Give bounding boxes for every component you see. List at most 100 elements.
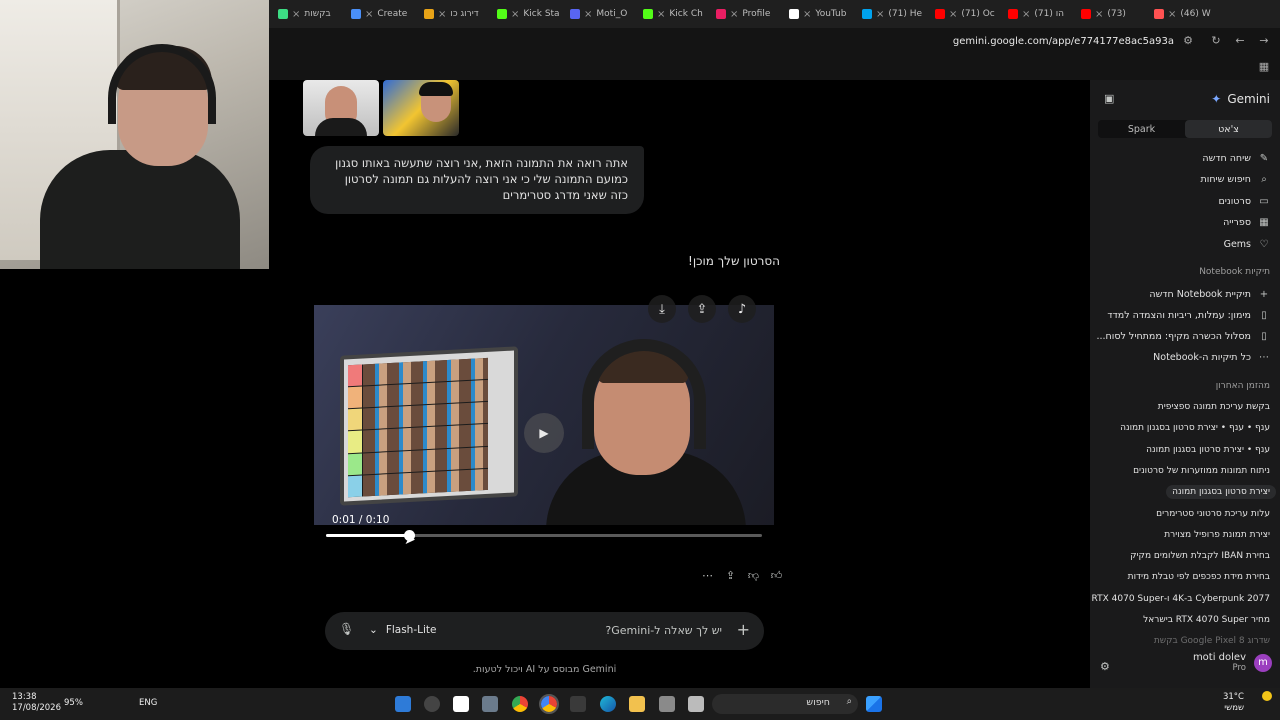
tab-close-icon[interactable]: ×	[730, 9, 738, 20]
video-seek-bar[interactable]	[326, 530, 762, 541]
thumbs-down-icon[interactable]: 👎︎	[746, 566, 761, 584]
tab-favicon-icon	[424, 9, 434, 19]
taskbar-search[interactable]: חיפוש ⌕	[712, 694, 858, 714]
sidebar-nav-item[interactable]: ♡ Gems	[1224, 236, 1270, 252]
sidebar-nav-item[interactable]: ⌕ חיפוש שיחות	[1201, 172, 1271, 188]
sidebar-nav-item-icon: ▭	[1259, 195, 1269, 207]
browser-tab[interactable]: × בקשות	[278, 6, 346, 22]
recent-chat-item[interactable]: Cyberpunk 2077 ב-4K ו-RTX 4070 Super	[1092, 594, 1270, 604]
sidebar-nav-item[interactable]: ✎ שיחה חדשה	[1202, 150, 1270, 166]
browser-tab[interactable]: × (46) W	[1154, 6, 1222, 22]
site-settings-icon[interactable]: ⚙	[1180, 34, 1196, 47]
notification-icon[interactable]	[1262, 691, 1272, 701]
tab-close-icon[interactable]: ×	[803, 9, 811, 20]
chat-spark-toggle[interactable]: צ'אט Spark	[1098, 120, 1272, 138]
video-player[interactable]: ▶ ⤓ ⇪ ♪ 0:01 / 0:10	[314, 285, 774, 548]
model-selector[interactable]: ⌄ Flash-Lite	[369, 624, 436, 636]
forward-icon[interactable]: →	[1256, 34, 1272, 47]
browser-tab[interactable]: × (73)	[1081, 6, 1149, 22]
chrome-active-icon[interactable]	[539, 694, 559, 714]
microphone-icon[interactable]: 🎙︎	[339, 622, 354, 636]
user-profile[interactable]: m moti dolev Pro	[1193, 652, 1272, 673]
sidebar-notebook-item[interactable]: ▯ מימון: עמלות, ריביות והצמדה למדד	[1107, 307, 1270, 323]
sidebar-notebook-item[interactable]: ⋯ כל תיקיות ה-Notebook	[1153, 350, 1270, 366]
battery-status[interactable]: 95%	[64, 698, 83, 708]
tab-close-icon[interactable]: ×	[1168, 9, 1176, 20]
recent-chat-item[interactable]: עלות עריכת סרטוני סטרימרים	[1156, 509, 1270, 519]
sidebar-nav-item[interactable]: ▭ סרטונים	[1218, 193, 1270, 209]
recent-chat-item[interactable]: בקשת עריכת תמונה ספציפית	[1158, 402, 1270, 412]
thumbs-up-icon[interactable]: 👍︎	[769, 566, 784, 584]
recent-chat-item[interactable]: ענף • ענף • יצירת סרטון בסגנון תמונה	[1120, 423, 1270, 433]
add-attachment-icon[interactable]: +	[737, 620, 750, 639]
sidebar-nav-item[interactable]: ▦ ספרייה	[1223, 215, 1270, 231]
store-icon[interactable]	[570, 696, 586, 712]
input-language[interactable]: ENG	[139, 698, 157, 708]
app-icon-2[interactable]	[424, 696, 440, 712]
recent-chat-item[interactable]: יצירת תמונת פרופיל מצוירת	[1164, 530, 1270, 540]
recent-chat-item[interactable]: ענף • יצירת סרטון בסגנון תמונה	[1146, 445, 1270, 455]
browser-tab[interactable]: × Kick Sta	[497, 6, 565, 22]
play-button[interactable]: ▶	[524, 413, 564, 453]
browser-tab[interactable]: × Moti_O	[570, 6, 638, 22]
video-monitor	[340, 346, 518, 506]
sidebar-notebook-item-label: מימון: עמלות, ריביות והצמדה למדד	[1107, 309, 1251, 321]
share-icon[interactable]: ⇪	[688, 295, 716, 323]
tab-close-icon[interactable]: ×	[365, 9, 373, 20]
browser-tab[interactable]: × YouTub	[789, 6, 857, 22]
edge-icon[interactable]	[600, 696, 616, 712]
start-button-icon[interactable]	[866, 696, 882, 712]
file-explorer-icon[interactable]	[629, 696, 645, 712]
share-response-icon[interactable]: ⇪	[723, 566, 738, 584]
reload-icon[interactable]: ↻	[1208, 34, 1224, 47]
tab-close-icon[interactable]: ×	[876, 9, 884, 20]
tab-close-icon[interactable]: ×	[949, 9, 957, 20]
system-clock[interactable]: 13:38 17/08/2026	[12, 692, 61, 714]
prompt-composer[interactable]: 🎙︎ ⌄ Flash-Lite יש לך שאלה ל-Gemini? +	[325, 612, 764, 650]
browser-tab[interactable]: × דירוג כו	[424, 6, 492, 22]
recent-chat-item[interactable]: בחירת IBAN לקבלת תשלומים מקיק	[1130, 551, 1270, 561]
recent-chat-item[interactable]: שדרוג Google Pixel 8 בקשת	[1154, 636, 1270, 646]
task-view-icon[interactable]	[688, 696, 704, 712]
browser-tab[interactable]: × (71) Oc	[935, 6, 1003, 22]
collapse-sidebar-icon[interactable]: ▣	[1104, 92, 1114, 105]
toggle-spark[interactable]: Spark	[1098, 120, 1185, 138]
recent-chat-item[interactable]: מחיר RTX 4070 Super בישראל	[1143, 615, 1270, 625]
recent-chat-item[interactable]: יצירת סרטון בסגנון תמונה	[1166, 485, 1276, 500]
url-text[interactable]: gemini.google.com/app/e774177e8ac5a93a	[953, 36, 1174, 47]
settings-app-icon[interactable]	[482, 696, 498, 712]
app-icon-1[interactable]	[395, 696, 411, 712]
uploaded-image-1[interactable]	[303, 80, 379, 136]
more-options-icon[interactable]: ⋯	[700, 566, 715, 584]
toggle-chats[interactable]: צ'אט	[1185, 120, 1272, 138]
chrome-icon[interactable]	[512, 696, 528, 712]
weather-widget[interactable]: 31°C שמשי	[1223, 692, 1244, 714]
tab-close-icon[interactable]: ×	[438, 9, 446, 20]
volume-icon[interactable]: ♪	[728, 295, 756, 323]
recent-chat-item[interactable]: ניתוח תמונות ממוזערות של סרטונים	[1133, 466, 1270, 476]
app-icon-3[interactable]	[453, 696, 469, 712]
settings-gear-icon[interactable]: ⚙	[1100, 660, 1110, 673]
tab-close-icon[interactable]: ×	[657, 9, 665, 20]
browser-tab[interactable]: × Kick Ch	[643, 6, 711, 22]
browser-tab[interactable]: × Profile	[716, 6, 784, 22]
uploaded-image-2[interactable]	[383, 80, 459, 136]
tab-close-icon[interactable]: ×	[511, 9, 519, 20]
tab-close-icon[interactable]: ×	[584, 9, 592, 20]
apps-grid-icon[interactable]: ▦	[1256, 60, 1272, 73]
tab-close-icon[interactable]: ×	[1022, 9, 1030, 20]
browser-tab[interactable]: × (71) הו	[1008, 6, 1076, 22]
tab-close-icon[interactable]: ×	[292, 9, 300, 20]
download-icon[interactable]: ⤓	[648, 295, 676, 323]
recent-chat-item[interactable]: בחירת מידת כפכפים לפי טבלת מידות	[1128, 572, 1270, 582]
tab-close-icon[interactable]: ×	[1095, 9, 1103, 20]
browser-tab[interactable]: × Create	[351, 6, 419, 22]
brand: Gemini ✦	[1211, 92, 1270, 106]
app-icon-4[interactable]	[659, 696, 675, 712]
sidebar-notebook-item[interactable]: + תיקיית Notebook חדשה	[1149, 286, 1270, 302]
back-icon[interactable]: ←	[1232, 34, 1248, 47]
browser-tab[interactable]: × (71) He	[862, 6, 930, 22]
sidebar-nav-item-label: סרטונים	[1218, 195, 1251, 207]
sidebar-notebook-item[interactable]: ▯ מסלול הכשרה מקיף: ממתחיל לסוח...	[1096, 329, 1270, 345]
prompt-input[interactable]: יש לך שאלה ל-Gemini?	[605, 624, 722, 637]
